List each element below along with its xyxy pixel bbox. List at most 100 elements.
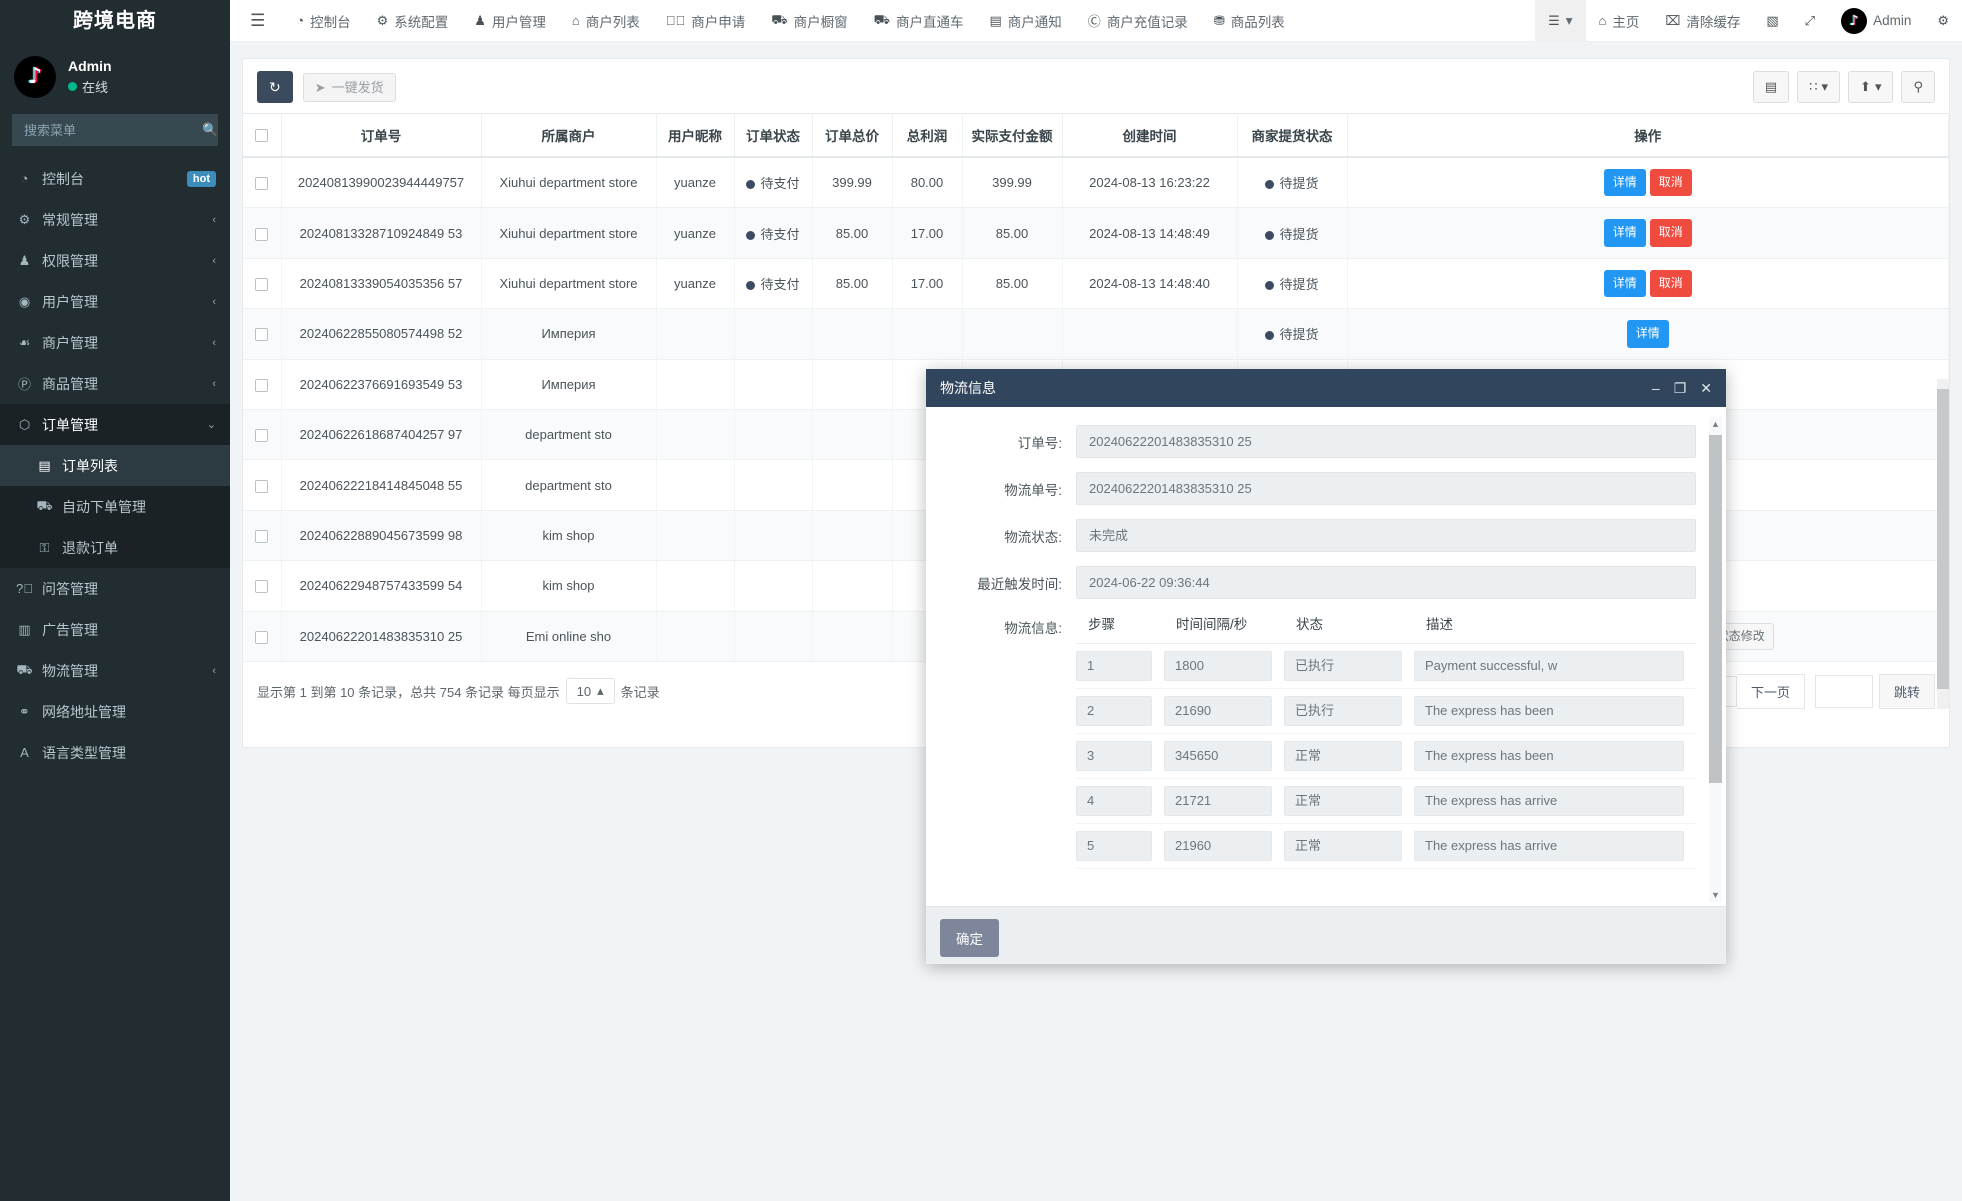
row-checkbox[interactable]: [255, 580, 269, 594]
logistics-interval-input[interactable]: 345650: [1164, 741, 1272, 771]
sidebar-search[interactable]: 🔍: [12, 114, 218, 146]
topnav-user[interactable]: ♪ Admin: [1828, 0, 1924, 42]
row-action-primary[interactable]: 详情: [1626, 320, 1669, 348]
table-row[interactable]: 20240813990023944449757 Xiuhui department…: [243, 157, 1949, 209]
sidebar-item-10[interactable]: ?⃝ 问答管理: [0, 568, 230, 609]
logistics-desc-input[interactable]: Payment successful, w: [1414, 651, 1684, 681]
topnav-item-7[interactable]: ▤ 商户通知: [977, 0, 1075, 42]
sidebar-item-4[interactable]: ☙ 商户管理 ‹: [0, 322, 230, 363]
scroll-down-arrow-icon[interactable]: ▼: [1711, 890, 1720, 900]
topnav-item-3[interactable]: ⌂ 商户列表: [559, 0, 653, 42]
modal-field-value[interactable]: 未完成: [1076, 519, 1696, 552]
sidebar-item-13[interactable]: ⚭ 网络地址管理: [0, 691, 230, 732]
logistics-step-input[interactable]: 3: [1076, 741, 1152, 771]
row-checkbox[interactable]: [255, 429, 269, 443]
topnav-item-9[interactable]: ⛃ 商品列表: [1201, 0, 1298, 42]
table-row[interactable]: 20240622855080574498 52 Империя 待提货 详情: [243, 308, 1949, 360]
row-checkbox[interactable]: [255, 328, 269, 342]
sidebar-item-2[interactable]: ♟ 权限管理 ‹: [0, 240, 230, 281]
logistics-state-input[interactable]: 已执行: [1284, 651, 1402, 681]
sidebar-item-3[interactable]: ◉ 用户管理 ‹: [0, 281, 230, 322]
sidebar-item-11[interactable]: ▥ 广告管理: [0, 609, 230, 650]
topnav-item-4[interactable]: ✓⃝ 商户申请: [653, 0, 759, 42]
topnav-right-2[interactable]: ⌧ 清除缓存: [1652, 0, 1753, 42]
sidebar-item-8[interactable]: ⛟ 自动下单管理: [0, 486, 230, 527]
logistics-interval-input[interactable]: 1800: [1164, 651, 1272, 681]
topnav-settings-button[interactable]: ⚙: [1924, 0, 1962, 42]
table-row[interactable]: 20240813339054035356 57 Xiuhui department…: [243, 258, 1949, 310]
topnav-item-8[interactable]: Ⓒ 商户充值记录: [1075, 0, 1201, 42]
row-action-primary[interactable]: 详情: [1603, 219, 1646, 247]
modal-field-value[interactable]: 20240622201483835310 25: [1076, 472, 1696, 505]
row-checkbox[interactable]: [255, 529, 269, 543]
logistics-desc-input[interactable]: The express has arrive: [1414, 786, 1684, 816]
modal-close-icon[interactable]: ✕: [1700, 380, 1712, 397]
sidebar-toggle-icon[interactable]: ☰: [230, 11, 283, 31]
sidebar-item-14[interactable]: Α 语言类型管理: [0, 732, 230, 773]
logistics-step-input[interactable]: 5: [1076, 831, 1152, 861]
one-click-ship-button[interactable]: ➤ 一键发货: [302, 72, 396, 102]
refresh-button[interactable]: ↻: [257, 71, 293, 103]
logistics-state-input[interactable]: 已执行: [1284, 696, 1402, 726]
logistics-step-input[interactable]: 2: [1076, 696, 1152, 726]
sidebar-item-6[interactable]: ⬡ 订单管理 ⌄: [0, 404, 230, 445]
row-action-primary[interactable]: 详情: [1603, 169, 1646, 197]
row-checkbox[interactable]: [255, 227, 269, 241]
table-scrollbar[interactable]: [1937, 379, 1949, 709]
page-jump-button[interactable]: 跳转: [1878, 673, 1935, 709]
sidebar-item-12[interactable]: ⛟ 物流管理 ‹: [0, 650, 230, 691]
logistics-state-input[interactable]: 正常: [1284, 831, 1402, 861]
modal-field-value[interactable]: 20240622201483835310 25: [1076, 425, 1696, 458]
logistics-state-input[interactable]: 正常: [1284, 786, 1402, 816]
logistics-interval-input[interactable]: 21721: [1164, 786, 1272, 816]
page-jump-input[interactable]: [1814, 674, 1873, 708]
topnav-right-3[interactable]: ▧: [1753, 0, 1791, 42]
logistics-state-input[interactable]: 正常: [1284, 741, 1402, 771]
modal-maximize-icon[interactable]: ❐: [1674, 380, 1687, 397]
page-button-7[interactable]: 下一页: [1736, 673, 1805, 709]
row-checkbox[interactable]: [255, 378, 269, 392]
toolbar-button-3[interactable]: ⚲: [1901, 71, 1935, 103]
modal-scrollbar[interactable]: ▲ ▼: [1709, 417, 1722, 902]
select-all-checkbox[interactable]: [255, 129, 269, 143]
logistics-desc-input[interactable]: The express has arrive: [1414, 831, 1684, 861]
logistics-step-input[interactable]: 1: [1076, 651, 1152, 681]
sidebar-item-5[interactable]: Ⓟ 商品管理 ‹: [0, 363, 230, 404]
row-action-danger[interactable]: 取消: [1649, 269, 1692, 298]
row-checkbox[interactable]: [255, 177, 269, 191]
sidebar-item-0[interactable]: ◔ 控制台 hot: [0, 158, 230, 199]
table-row[interactable]: 20240813328710924849 53 Xiuhui department…: [243, 207, 1949, 259]
toolbar-button-1[interactable]: ∷ ▾: [1797, 71, 1841, 103]
sidebar-item-7[interactable]: ▤ 订单列表: [0, 445, 230, 486]
page-size-selector[interactable]: 10 ▴: [565, 678, 615, 705]
topnav-right-4[interactable]: ⤢: [1792, 0, 1828, 42]
row-action-danger[interactable]: 取消: [1649, 169, 1692, 197]
topnav-item-5[interactable]: ⛟ 商户橱窗: [758, 0, 860, 42]
row-checkbox[interactable]: [255, 479, 269, 493]
row-checkbox[interactable]: [255, 630, 269, 644]
modal-scrollbar-thumb[interactable]: [1709, 435, 1722, 783]
toolbar-button-2[interactable]: ⬆ ▾: [1848, 71, 1894, 103]
scroll-up-arrow-icon[interactable]: ▲: [1711, 419, 1720, 429]
row-action-primary[interactable]: 详情: [1603, 269, 1646, 298]
modal-confirm-button[interactable]: 确定: [940, 919, 999, 957]
topnav-item-6[interactable]: ⛟ 商户直通车: [861, 0, 977, 42]
row-checkbox[interactable]: [255, 278, 269, 291]
table-scrollbar-thumb[interactable]: [1937, 389, 1949, 689]
search-icon[interactable]: 🔍: [202, 122, 218, 138]
toolbar-button-0[interactable]: ▤: [1752, 71, 1790, 103]
topnav-right-0[interactable]: ☰ ▾: [1535, 0, 1586, 42]
topnav-item-0[interactable]: ◔ 控制台: [283, 0, 363, 42]
sidebar-item-1[interactable]: ⚙ 常规管理 ‹: [0, 199, 230, 240]
modal-field-value[interactable]: 2024-06-22 09:36:44: [1076, 566, 1696, 599]
row-action-danger[interactable]: 取消: [1649, 219, 1692, 247]
logistics-desc-input[interactable]: The express has been: [1414, 696, 1684, 726]
sidebar-item-9[interactable]: ⚿ 退款订单: [0, 527, 230, 568]
logistics-desc-input[interactable]: The express has been: [1414, 741, 1684, 771]
modal-minimize-icon[interactable]: ‒: [1652, 380, 1660, 396]
logistics-interval-input[interactable]: 21690: [1164, 696, 1272, 726]
topnav-right-1[interactable]: ⌂ 主页: [1586, 0, 1653, 42]
logistics-step-input[interactable]: 4: [1076, 786, 1152, 816]
logistics-interval-input[interactable]: 21960: [1164, 831, 1272, 861]
search-input[interactable]: [22, 121, 202, 139]
